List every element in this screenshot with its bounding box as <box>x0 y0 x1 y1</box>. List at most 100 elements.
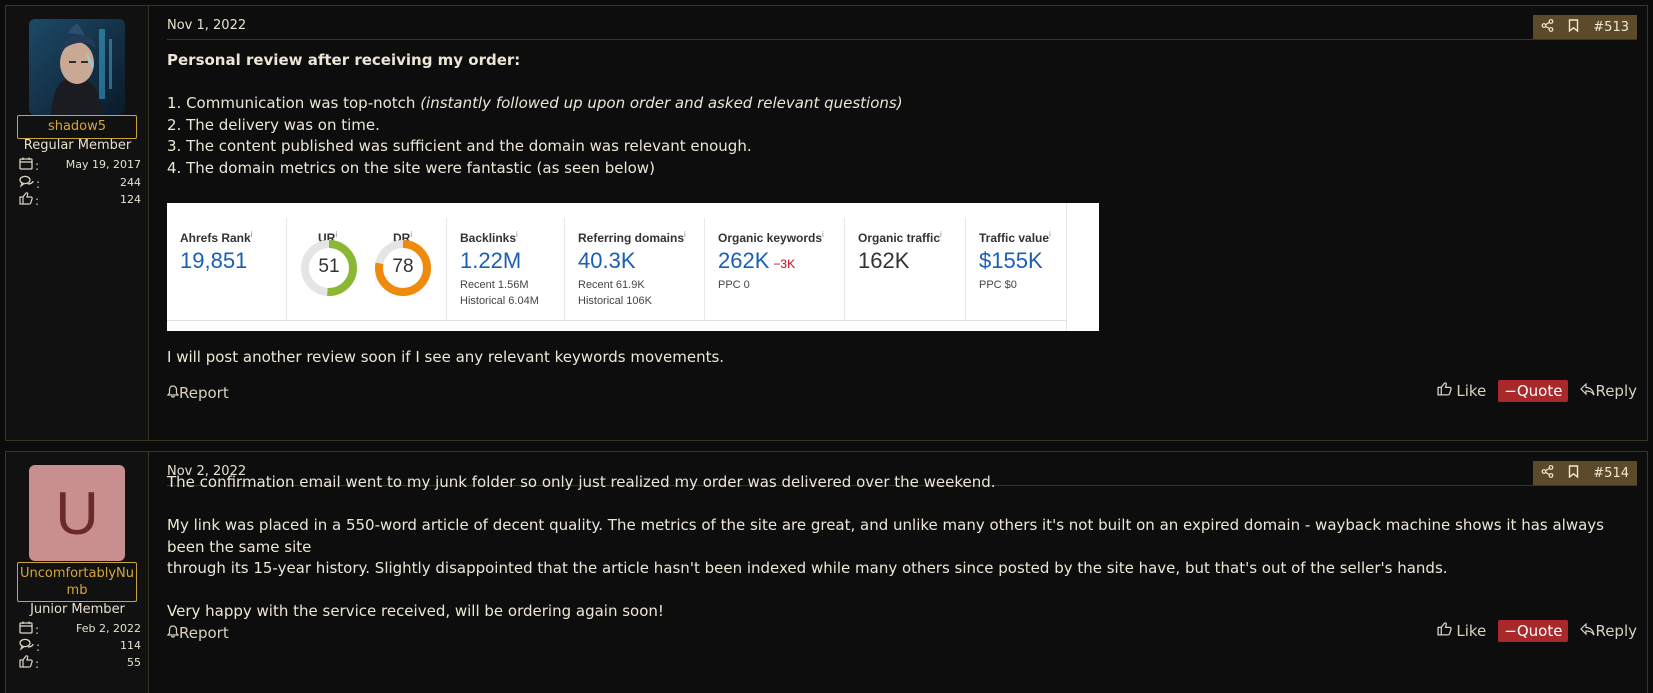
quote-button[interactable]: −Quote <box>1498 380 1569 402</box>
review-heading: Personal review after receiving my order… <box>167 51 521 69</box>
metric-value: $155K <box>979 248 1043 273</box>
list-italic: (instantly followed up upon order and as… <box>420 94 903 112</box>
info-icon: i <box>684 230 686 239</box>
bell-icon <box>166 624 180 642</box>
info-icon: i <box>940 230 942 239</box>
metric-backlinks: Backlinksi 1.22M Recent 1.56M Historical… <box>447 218 565 320</box>
metric-label: Organic keywords <box>718 231 823 245</box>
metric-historical: Historical 6.04M <box>460 295 539 307</box>
stat-joined-value: Feb 2, 2022 <box>76 622 141 635</box>
like-label: Like <box>1456 382 1487 400</box>
username-line: mb <box>66 583 88 598</box>
metric-organic-keywords: Organic keywordsi 262K −3K PPC 0 <box>705 218 845 320</box>
post-main: Nov 1, 2022 #513 Personal review after r… <box>149 6 1647 440</box>
post-main: Nov 2, 2022 #514 The confirmation email … <box>149 452 1647 693</box>
stat-reactions-value: 55 <box>127 656 141 669</box>
stat-reactions: : 124 <box>19 192 141 209</box>
footer-actions: Like −Quote Reply <box>1437 620 1637 642</box>
metric-label: Ahrefs Rank <box>180 231 251 245</box>
metric-value: 1.22M <box>460 248 522 273</box>
username[interactable]: shadow5 <box>17 115 137 139</box>
messages-icon: : <box>19 175 40 191</box>
reply-label: Reply <box>1595 382 1637 400</box>
username-line: UncomfortablyNu <box>20 566 134 581</box>
share-icon[interactable] <box>1541 18 1554 36</box>
stat-colon: : <box>35 623 40 637</box>
stat-colon: : <box>36 177 41 191</box>
metric-label: Referring domains <box>578 231 685 245</box>
list-item: 3. The content published was sufficient … <box>167 137 752 155</box>
reply-icon <box>1580 382 1596 400</box>
stat-colon: : <box>36 640 41 654</box>
list-text: 1. Communication was top-notch <box>167 94 421 112</box>
stat-colon: : <box>35 657 40 671</box>
messages-icon: : <box>19 638 40 654</box>
metric-organic-traffic: Organic traffici 162K <box>845 218 966 320</box>
post-513: shadow5 Regular Member : May 19, 2017 : … <box>5 5 1648 441</box>
stat-joined: : Feb 2, 2022 <box>19 621 141 638</box>
post-date[interactable]: Nov 1, 2022 <box>167 18 246 33</box>
reply-button[interactable]: Reply <box>1580 382 1637 400</box>
list-item: 1. Communication was top-notch (instantl… <box>167 93 1627 115</box>
avatar[interactable]: U <box>29 465 125 561</box>
minus-icon: − <box>1504 382 1517 400</box>
metrics-edge <box>1066 203 1099 331</box>
post-content: Personal review after receiving my order… <box>167 50 1627 179</box>
report-label: Report <box>179 384 229 402</box>
post-514: U UncomfortablyNu mb Junior Member : Feb… <box>5 451 1648 693</box>
report-label: Report <box>179 624 229 642</box>
header-divider <box>167 39 1637 40</box>
metric-ppc: PPC $0 <box>979 279 1017 291</box>
stat-messages: : 114 <box>19 638 141 655</box>
metric-recent: Recent 61.9K <box>578 279 645 291</box>
reply-button[interactable]: Reply <box>1580 622 1637 640</box>
paragraph: The confirmation email went to my junk f… <box>167 473 996 491</box>
thumbs-up-icon: : <box>19 655 39 671</box>
metric-label: Backlinks <box>460 231 517 245</box>
stat-joined: : May 19, 2017 <box>19 157 141 174</box>
stat-reactions-value: 124 <box>120 193 141 206</box>
avatar[interactable] <box>29 19 125 115</box>
paragraph: Very happy with the service received, wi… <box>167 602 664 620</box>
stat-colon: : <box>35 159 40 173</box>
metric-label: Traffic value <box>979 231 1050 245</box>
stat-messages-value: 114 <box>120 639 141 652</box>
calendar-icon: : <box>19 157 39 173</box>
metric-ur-dr: URi 51 DRi 78 <box>287 218 447 320</box>
user-role: Regular Member <box>23 138 132 153</box>
username[interactable]: UncomfortablyNu mb <box>17 562 137 602</box>
stat-joined-value: May 19, 2017 <box>65 158 141 171</box>
metric-label: Organic traffic <box>858 231 941 245</box>
list-item: 2. The delivery was on time. <box>167 115 380 134</box>
metric-recent: Recent 1.56M <box>460 279 529 291</box>
quote-label: Quote <box>1516 382 1563 400</box>
like-button[interactable]: Like <box>1437 382 1487 400</box>
bookmark-icon[interactable] <box>1568 18 1579 36</box>
metric-ppc: PPC 0 <box>718 279 750 291</box>
minus-icon: − <box>1504 622 1517 640</box>
reply-label: Reply <box>1595 622 1637 640</box>
user-panel: shadow5 Regular Member : May 19, 2017 : … <box>6 6 149 440</box>
report-button[interactable]: Report <box>166 384 229 402</box>
ur-value: 51 <box>318 256 340 277</box>
metric-value: 262K <box>718 248 770 273</box>
reply-icon <box>1580 622 1596 640</box>
report-button[interactable]: Report <box>166 624 229 642</box>
stat-messages: : 244 <box>19 175 141 192</box>
like-label: Like <box>1456 622 1487 640</box>
like-button[interactable]: Like <box>1437 622 1487 640</box>
metric-historical: Historical 106K <box>578 295 652 307</box>
bell-icon <box>166 384 180 402</box>
post-number[interactable]: #513 <box>1593 20 1629 35</box>
calendar-icon: : <box>19 621 39 637</box>
metric-value: 40.3K <box>578 248 636 273</box>
stat-colon: : <box>35 194 40 208</box>
user-panel: U UncomfortablyNu mb Junior Member : Feb… <box>6 452 149 693</box>
metrics-divider <box>167 320 1066 321</box>
list-item: 4. The domain metrics on the site were f… <box>167 158 655 177</box>
dr-value: 78 <box>392 256 414 277</box>
info-icon: i <box>516 230 518 239</box>
quote-button[interactable]: −Quote <box>1498 620 1569 642</box>
metric-delta: −3K <box>773 257 796 271</box>
info-icon: i <box>1049 230 1051 239</box>
